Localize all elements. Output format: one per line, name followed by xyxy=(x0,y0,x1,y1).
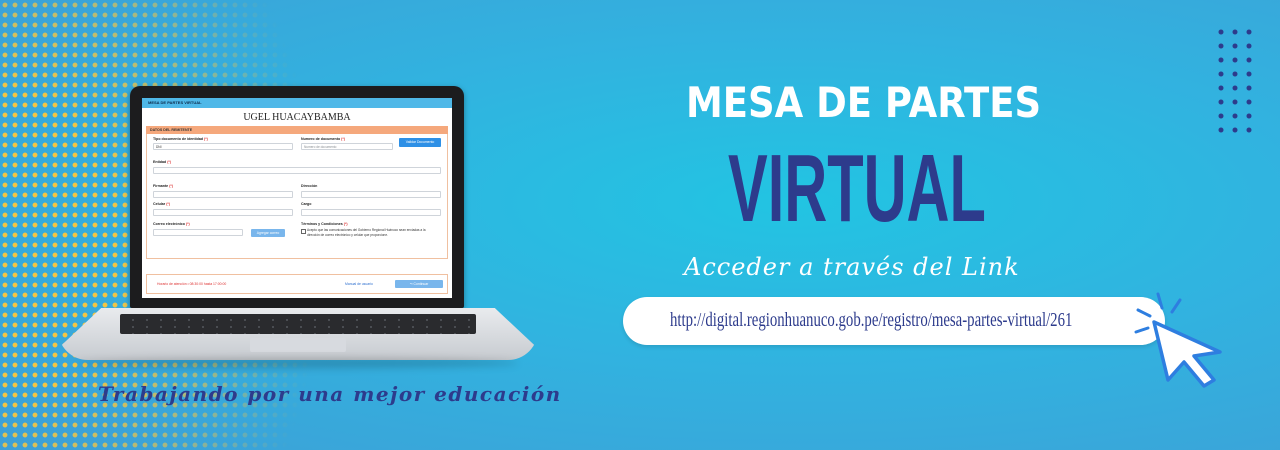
form-section-header: DATOS DEL REMITENTE xyxy=(146,126,448,134)
manual-link[interactable]: Manual de usuario xyxy=(345,282,373,286)
laptop-screen: MESA DE PARTES VIRTUAL UGEL HUACAYBAMBA … xyxy=(142,98,452,298)
terminos-checkbox[interactable] xyxy=(301,229,306,234)
terminos-label: Términos y Condiciones (*) xyxy=(301,222,348,226)
cargo-label: Cargo xyxy=(301,202,312,206)
celular-input[interactable] xyxy=(153,209,293,216)
agregar-correo-button[interactable]: Agregar correo xyxy=(251,229,285,237)
laptop-base xyxy=(58,308,538,360)
heading-line3: Acceder a través del Link xyxy=(684,253,1020,281)
click-cursor-icon xyxy=(1134,292,1222,388)
cargo-input[interactable] xyxy=(301,209,441,216)
navy-dot-grid xyxy=(1214,25,1258,135)
continuar-button[interactable]: ↪ Continuar xyxy=(395,280,443,288)
entidad-label: Entidad (*) xyxy=(153,160,171,164)
heading-line2: VIRTUAL xyxy=(728,135,986,242)
correo-label: Correo electrónico (*) xyxy=(153,222,190,226)
direccion-label: Dirección xyxy=(301,184,318,188)
celular-label: Celular (*) xyxy=(153,202,170,206)
trackpad xyxy=(250,338,346,352)
laptop-shadow xyxy=(78,358,518,368)
laptop-illustration: MESA DE PARTES VIRTUAL UGEL HUACAYBAMBA … xyxy=(58,86,538,376)
correo-input[interactable] xyxy=(153,229,243,236)
form-footer: Horario de atención • 08:30:00 hasta 17:… xyxy=(146,274,448,294)
numero-doc-input[interactable]: Numero de documento xyxy=(301,143,393,150)
numero-doc-label: Numero de documento (*) xyxy=(301,137,345,141)
horario-text: Horario de atención • 08:30:00 hasta 17:… xyxy=(157,282,227,286)
banner: MESA DE PARTES VIRTUAL UGEL HUACAYBAMBA … xyxy=(0,0,1280,450)
validar-documento-button[interactable]: Validar Documento xyxy=(399,138,441,147)
tipo-doc-select[interactable]: DNI xyxy=(153,143,293,150)
tagline: Trabajando por una mejor educación xyxy=(98,382,562,406)
form-body: Tipo documento de identidad (*) DNI Nume… xyxy=(146,134,448,259)
tipo-doc-label: Tipo documento de identidad (*) xyxy=(153,137,208,141)
firmante-input[interactable] xyxy=(153,191,293,198)
firmante-label: Firmante (*) xyxy=(153,184,173,188)
link-url[interactable]: http://digital.regionhuanuco.gob.pe/regi… xyxy=(670,309,1072,332)
heading-line1: MESA DE PARTES xyxy=(686,78,1042,127)
terminos-text: Acepto que las comunicaciones del Gobier… xyxy=(307,228,426,237)
direccion-input[interactable] xyxy=(301,191,441,198)
entidad-input[interactable] xyxy=(153,167,441,174)
keyboard xyxy=(120,314,476,334)
